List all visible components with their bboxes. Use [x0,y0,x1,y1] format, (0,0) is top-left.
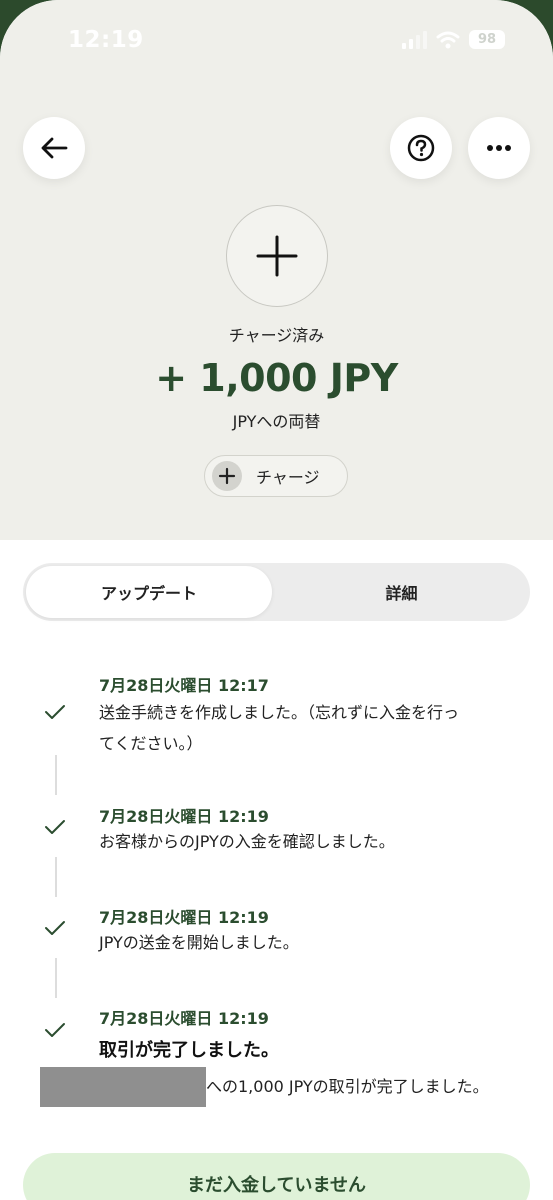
event-text-line: 送金手続きを作成しました。（忘れずに入金を行っ [99,703,460,722]
check-icon [45,820,65,834]
not-paid-yet-button[interactable]: まだ入金していません [23,1153,530,1200]
arrow-left-icon [41,137,68,159]
ellipsis-icon [487,145,511,151]
event-time: 7月28日火曜日 12:17 [99,676,269,695]
wifi-icon [436,31,460,48]
charge-chip[interactable]: チャージ [204,455,348,497]
timeline-connector [55,755,57,795]
transaction-subtitle: JPYへの両替 [232,412,321,431]
back-button[interactable] [23,117,85,179]
transaction-status: チャージ済み [228,326,325,345]
question-circle-icon [407,134,435,162]
transfer-summary: 12:19 98 チャージ済み + 1,000 JPY JPYへの両替 チャージ [0,0,553,540]
signal-icon [402,30,427,49]
check-icon [45,921,65,935]
tab-updates[interactable]: アップデート [26,566,272,618]
charge-label: チャージ [256,468,320,487]
transaction-amount: + 1,000 JPY [155,356,398,400]
timeline-connector [55,857,57,897]
redacted-recipient [40,1067,206,1107]
event-text-line: てください。） [99,734,203,753]
event-detail: への1,000 JPYの取引が完了しました。 [206,1077,489,1096]
plus-icon [212,461,242,491]
check-icon [45,705,65,719]
plus-icon [256,235,298,277]
transaction-type-icon [226,205,328,307]
help-button[interactable] [390,117,452,179]
event-time: 7月28日火曜日 12:19 [99,807,269,826]
more-options-button[interactable] [468,117,530,179]
event-text: お客様からのJPYの入金を確認しました。 [99,832,395,851]
timeline-connector [55,958,57,998]
event-time: 7月28日火曜日 12:19 [99,1009,269,1028]
check-icon [45,1023,65,1037]
status-icons: 98 [402,30,505,49]
battery-indicator: 98 [469,30,505,49]
tab-switcher: アップデート 詳細 [23,563,530,621]
screen: 12:19 98 チャージ済み + 1,000 JPY JPYへの両替 チャージ… [0,0,553,1200]
event-time: 7月28日火曜日 12:19 [99,908,269,927]
event-text: JPYの送金を開始しました。 [99,933,299,952]
tab-details[interactable]: 詳細 [276,566,527,618]
event-text: 送金手続きを作成しました。（忘れずに入金を行っ てください。） [99,697,529,759]
status-time: 12:19 [68,27,144,53]
event-title: 取引が完了しました。 [99,1040,279,1061]
